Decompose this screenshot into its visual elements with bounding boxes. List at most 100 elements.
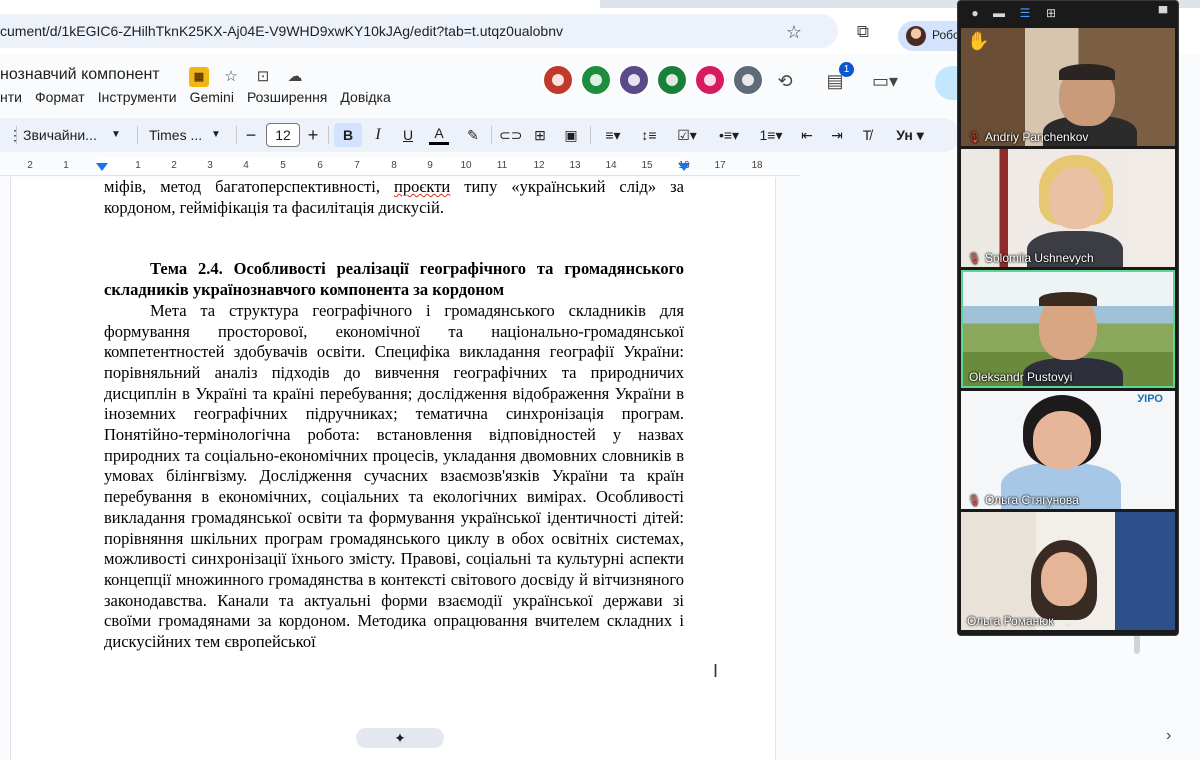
menu-format[interactable]: Формат [35,89,98,105]
ruler-label: 9 [427,160,433,171]
underline-button[interactable]: U [396,123,420,147]
participant-tile-active-speaker[interactable]: Oleksandr Pustovyi [961,270,1175,388]
text-color-button[interactable]: A [429,123,449,145]
add-comment-icon[interactable]: ⊞ [529,123,551,147]
italic-button[interactable]: I [366,123,390,147]
apple-icon[interactable] [656,64,688,96]
right-indent-marker[interactable] [678,163,690,171]
body-paragraph[interactable]: Мета та структура географічного і громад… [104,301,684,653]
zoom-expand-chevron-icon[interactable]: ⌄ [958,610,1178,634]
version-history-icon[interactable]: ⟲ [772,68,798,94]
numbered-list-icon[interactable]: 1≡▾ [754,123,788,147]
ruler-label: 18 [751,160,763,171]
minimize-icon[interactable]: ▬ [990,5,1008,21]
input-tools-button[interactable]: Ун ▾ [892,123,928,147]
ruler-label: 5 [280,160,286,171]
ruler: 2 1 1 2 3 4 5 6 7 8 9 10 11 12 13 14 15 … [0,156,800,176]
insert-link-icon[interactable]: ⊂⊃ [499,123,522,147]
highlight-pen-icon[interactable]: ✎ [462,123,484,147]
gallery-view-icon[interactable]: ⊞ [1042,5,1060,21]
ruler-label: 2 [27,160,33,171]
participant-face [1049,167,1103,229]
increase-indent-icon[interactable]: ⇥ [826,123,848,147]
participant-tile[interactable]: УІРО 🎙 Ольга Стягунова [961,391,1175,509]
meet-video-icon[interactable]: ▭▾ [872,68,898,94]
muted-mic-icon: 🎙 [967,495,981,507]
ruler-label: 1 [63,160,69,171]
participant-name: 🎙 Andriy Panchenkov [967,130,1089,144]
menu-help[interactable]: Довідка [340,89,403,105]
squirrel-icon[interactable] [580,64,612,96]
ruler-label: 3 [207,160,213,171]
participant-tile[interactable]: 🎙 Solomiia Ushnevych [961,149,1175,267]
extensions-puzzle-icon[interactable]: ⧉ [851,20,875,44]
document-page[interactable]: міфів, метод багатоперспективності, проє… [10,177,776,760]
bookmark-star-icon[interactable]: ☆ [781,19,807,45]
speaker-view-icon[interactable]: ☰ [1016,5,1034,21]
comments-icon[interactable]: ▤ 1 [822,62,854,94]
ruler-label: 12 [533,160,545,171]
chevron-down-icon[interactable]: ▼ [108,123,124,147]
address-bar[interactable]: cument/d/1kEGIC6-ZHilhTknK25KX-Aj04E-V9W… [0,14,838,48]
align-icon[interactable]: ≡▾ [598,123,628,147]
user-photo-icon[interactable] [618,64,650,96]
move-folder-icon[interactable]: ⊡ [253,67,273,87]
bear-icon[interactable] [542,64,574,96]
bird-icon[interactable] [694,64,726,96]
participant-name: 🎙 Solomiia Ushnevych [967,251,1094,265]
profile-label: Робо [932,28,960,42]
profile-avatar [906,26,926,46]
star-icon[interactable]: ☆ [221,67,241,87]
left-indent-marker[interactable] [96,163,108,171]
participant-face [1033,411,1091,469]
formatting-toolbar: ⋮ Звичайни... ▼ Times ... ▼ − 12 + B I U… [0,118,960,152]
participant-name: 🎙 Ольга Стягунова [967,493,1079,507]
participant-face [1041,552,1087,606]
toolbar-more-icon[interactable]: ⋮ [8,123,22,147]
paragraph-top[interactable]: міфів, метод багатоперспективності, проє… [104,177,684,218]
user-group-icon[interactable] [732,64,764,96]
checklist-icon[interactable]: ☑▾ [670,123,704,147]
side-panel-chevron-icon[interactable]: › [1166,727,1171,745]
gemini-sparkle-button[interactable]: ✦ [356,728,444,748]
spellcheck-flagged-word[interactable]: проєкти [394,177,450,196]
ruler-label: 2 [171,160,177,171]
menu-tools[interactable]: Інструменти [98,89,190,105]
section-heading[interactable]: Тема 2.4. Особливості реалізації географ… [104,259,684,300]
document-title[interactable]: нознавчий компонент [0,66,160,84]
ruler-label: 6 [317,160,323,171]
header-actions: ⟲ ▤ 1 ▭▾ [772,62,898,94]
zoom-panel-topbar: ● ▬ ☰ ⊞ ▀ [958,1,1178,27]
muted-mic-icon: 🎙 [967,132,981,144]
ruler-label: 10 [460,160,472,171]
bold-button[interactable]: B [334,123,362,147]
building-blocks-icon[interactable]: ▦ [189,67,209,87]
organization-logo: УІРО [1137,393,1163,405]
participant-hair [1039,292,1097,306]
title-icons: ▦ ☆ ⊡ ☁ [189,66,305,88]
menu-insert[interactable]: нти [0,89,35,105]
text-run: міфів, метод багатоперспективності, [104,177,394,196]
page-body[interactable]: міфів, метод багатоперспективності, проє… [104,177,684,653]
address-bar-url: cument/d/1kEGIC6-ZHilhTknK25KX-Aj04E-V9W… [0,23,563,39]
insert-image-icon[interactable]: ▣ [560,123,582,147]
ruler-text-area [98,158,682,174]
paragraph-style-select[interactable]: Звичайни... [23,123,103,147]
cloud-saved-icon[interactable]: ☁ [285,67,305,87]
exit-panel-icon[interactable]: ▀ [1154,5,1172,21]
clear-formatting-icon[interactable]: T̸ [856,123,878,147]
chevron-down-icon[interactable]: ▼ [208,123,224,147]
menu-gemini[interactable]: Gemini [190,89,247,105]
decrease-indent-icon[interactable]: ⇤ [796,123,818,147]
bulleted-list-icon[interactable]: •≡▾ [712,123,746,147]
decrease-font-size-button[interactable]: − [242,123,260,147]
menu-extensions[interactable]: Розширення [247,89,340,105]
line-spacing-icon[interactable]: ↕≡ [638,123,660,147]
menu-bar: нти Формат Інструменти Gemini Розширення… [0,89,404,105]
font-family-select[interactable]: Times ... [149,123,203,147]
participant-tile[interactable]: ✋ 🎙 Andriy Panchenkov [961,28,1175,146]
increase-font-size-button[interactable]: + [304,123,322,147]
font-size-input[interactable]: 12 [266,123,300,147]
raised-hand-icon: ✋ [967,31,990,51]
ruler-label: 14 [605,160,617,171]
